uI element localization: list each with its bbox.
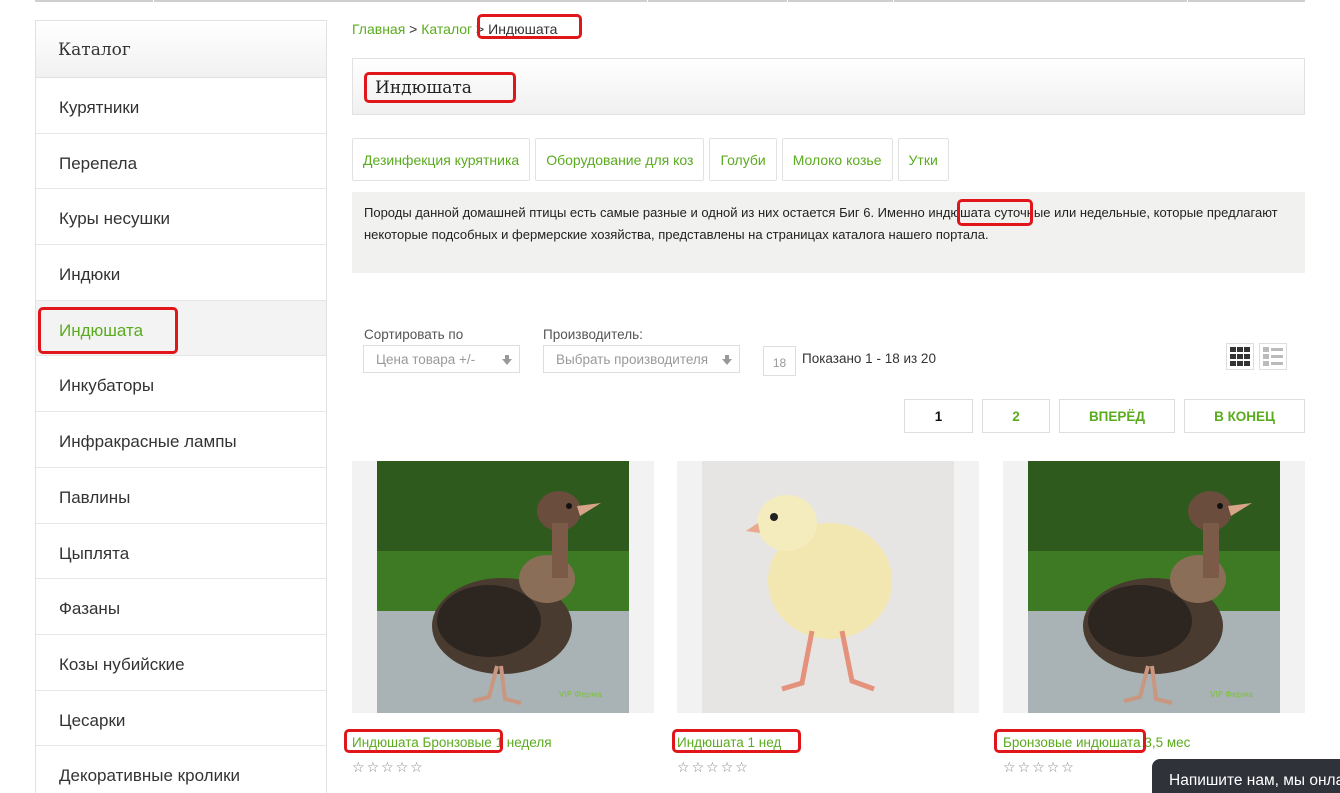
product-name[interactable]: Индюшата Бронзовые 1 неделя — [352, 735, 654, 750]
breadcrumb-home[interactable]: Главная — [352, 21, 405, 37]
sidebar-title: Каталог — [36, 21, 326, 78]
star-icon: ☆ — [1017, 759, 1031, 775]
sidebar-item-fazany[interactable]: Фазаны — [36, 579, 326, 635]
star-icon: ☆ — [410, 759, 423, 775]
breadcrumb-catalog[interactable]: Каталог — [421, 21, 472, 37]
chevron-down-icon — [722, 355, 732, 365]
star-icon: ☆ — [1003, 759, 1016, 775]
tag-utki[interactable]: Утки — [897, 138, 949, 181]
bronze-poult-photo: VIP Ферма — [1028, 461, 1280, 713]
star-icon: ☆ — [720, 759, 734, 775]
product-image[interactable]: VIP Ферма — [1003, 461, 1305, 713]
category-description: Породы данной домашней птицы есть самые … — [352, 192, 1305, 273]
per-page-select[interactable]: 18 — [763, 346, 796, 376]
page-1-button[interactable]: 1 — [904, 399, 973, 433]
star-icon: ☆ — [691, 759, 705, 775]
sidebar-item-indyuki[interactable]: Индюки — [36, 245, 326, 301]
sidebar-item-indyushata[interactable]: Индюшата — [36, 300, 326, 357]
maker-select[interactable]: Выбрать производителя — [543, 345, 740, 373]
star-icon: ☆ — [735, 759, 748, 775]
sidebar-item-infrared-lamps[interactable]: Инфракрасные лампы — [36, 412, 326, 468]
product-name[interactable]: Индюшата 1 нед — [677, 735, 979, 750]
star-icon: ☆ — [381, 759, 394, 775]
rating-stars: ☆ ☆ ☆ ☆ ☆ — [677, 760, 979, 774]
sidebar-item-kury-nesushki[interactable]: Куры несушки — [36, 189, 326, 246]
yellow-poult-photo — [702, 461, 954, 713]
related-categories: Дезинфекция курятника Оборудование для к… — [352, 138, 949, 181]
page-title-bar: Индюшата — [352, 58, 1305, 115]
description-text: Породы данной домашней птицы есть самые … — [364, 205, 929, 220]
watermark-text: VIP Ферма — [1210, 690, 1253, 699]
star-icon: ☆ — [1061, 759, 1074, 775]
results-count: Показано 1 - 18 из 20 — [802, 351, 936, 366]
product-card[interactable]: VIP Ферма Индюшата Бронзовые 1 неделя ☆ ☆… — [352, 461, 654, 774]
sidebar-item-perepela[interactable]: Перепела — [36, 134, 326, 190]
sort-label: Сортировать по — [364, 327, 464, 342]
rating-stars: ☆ ☆ ☆ ☆ ☆ — [352, 760, 654, 774]
breadcrumb: Главная > Каталог > Индюшата — [352, 21, 557, 37]
sidebar-item-label: Индюшата — [59, 320, 144, 340]
product-card[interactable]: Индюшата 1 нед ☆ ☆ ☆ ☆ ☆ — [677, 461, 979, 774]
page-2-button[interactable]: 2 — [982, 399, 1050, 433]
grid-view-button[interactable] — [1226, 343, 1254, 370]
maker-label: Производитель: — [543, 327, 643, 342]
star-icon: ☆ — [395, 759, 409, 775]
catalog-sidebar: Каталог Курятники Перепела Куры несушки … — [35, 20, 327, 793]
star-icon: ☆ — [706, 759, 719, 775]
bronze-poult-photo: VIP Ферма — [377, 461, 629, 713]
sidebar-item-kuryatniki[interactable]: Курятники — [36, 78, 326, 134]
sort-value: Цена товара +/- — [376, 352, 476, 367]
breadcrumb-separator: > — [472, 21, 489, 37]
sidebar-item-inkubatory[interactable]: Инкубаторы — [36, 356, 326, 413]
star-icon: ☆ — [1046, 759, 1060, 775]
top-divider — [35, 0, 1305, 2]
tag-oborudovanie[interactable]: Оборудование для коз — [535, 138, 705, 181]
star-icon: ☆ — [366, 759, 380, 775]
sort-select[interactable]: Цена товара +/- — [363, 345, 520, 373]
description-highlight: индюшата — [928, 205, 991, 220]
maker-value: Выбрать производителя — [556, 352, 709, 367]
page-title: Индюшата — [375, 78, 472, 98]
product-image[interactable] — [677, 461, 979, 713]
tag-moloko[interactable]: Молоко козье — [781, 138, 893, 181]
sidebar-item-pavliny[interactable]: Павлины — [36, 468, 326, 524]
star-icon: ☆ — [352, 759, 365, 775]
grid-icon — [1230, 347, 1250, 366]
chevron-down-icon — [502, 355, 512, 365]
tag-golubi[interactable]: Голуби — [709, 138, 777, 181]
product-card[interactable]: VIP Ферма Бронзовые индюшата 3,5 мес ☆ ☆ ☆… — [1003, 461, 1305, 774]
chat-widget[interactable]: Напишите нам, мы онлайн — [1152, 759, 1340, 793]
product-image[interactable]: VIP Ферма — [352, 461, 654, 713]
tag-dezinfektsiya[interactable]: Дезинфекция курятника — [352, 138, 531, 181]
breadcrumb-current: Индюшата — [488, 21, 558, 37]
sidebar-item-tsesarki[interactable]: Цесарки — [36, 691, 326, 747]
sidebar-item-tsyplyata[interactable]: Цыплята — [36, 524, 326, 580]
sidebar-item-kroliki[interactable]: Декоративные кролики — [36, 746, 326, 793]
last-page-button[interactable]: В КОНЕЦ — [1184, 399, 1305, 433]
product-name[interactable]: Бронзовые индюшата 3,5 мес — [1003, 735, 1305, 750]
list-view-button[interactable] — [1259, 343, 1287, 370]
star-icon: ☆ — [677, 759, 690, 775]
watermark-text: VIP Ферма — [559, 690, 602, 699]
next-page-button[interactable]: ВПЕРЁД — [1059, 399, 1175, 433]
star-icon: ☆ — [1032, 759, 1045, 775]
sidebar-item-kozy[interactable]: Козы нубийские — [36, 635, 326, 691]
list-icon — [1263, 347, 1283, 366]
breadcrumb-separator: > — [405, 21, 422, 37]
